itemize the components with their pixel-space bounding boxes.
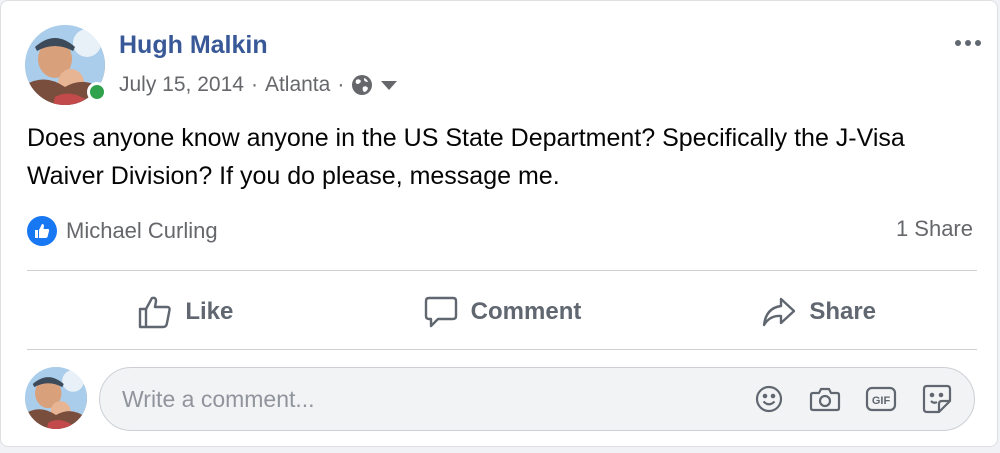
divider (27, 349, 977, 350)
comment-input[interactable] (100, 384, 752, 414)
post-meta: July 15, 2014 · Atlanta · (119, 71, 398, 99)
reactions-summary[interactable]: Michael Curling (27, 213, 218, 249)
thumbs-up-icon (137, 294, 173, 330)
more-options-icon[interactable] (947, 29, 989, 57)
share-count[interactable]: 1 Share (896, 216, 973, 242)
speech-bubble-icon (423, 294, 459, 330)
online-status-indicator (87, 82, 107, 102)
comment-composer: GIF (99, 367, 975, 431)
camera-icon[interactable] (808, 382, 842, 416)
chevron-down-icon[interactable] (380, 79, 398, 91)
share-button[interactable]: Share (660, 283, 977, 341)
comment-button[interactable]: Comment (344, 283, 661, 341)
comment-label: Comment (470, 298, 582, 325)
post-location[interactable]: Atlanta (265, 73, 330, 97)
commenter-avatar[interactable] (25, 367, 87, 429)
sticker-icon[interactable] (920, 382, 954, 416)
like-label: Like (185, 298, 234, 325)
meta-separator: · (250, 73, 258, 96)
post-card: Hugh Malkin July 15, 2014 · Atlanta · Do… (0, 0, 998, 447)
share-arrow-icon (761, 294, 797, 330)
meta-separator: · (337, 73, 345, 96)
post-actions: Like Comment Share (27, 283, 977, 341)
share-label: Share (809, 298, 877, 325)
comment-attachment-icons: GIF (752, 382, 974, 416)
gif-icon[interactable]: GIF (864, 382, 898, 416)
globe-icon[interactable] (351, 74, 373, 96)
author-name[interactable]: Hugh Malkin (119, 31, 268, 60)
liked-by-name[interactable]: Michael Curling (66, 218, 218, 244)
svg-text:GIF: GIF (872, 395, 891, 407)
emoji-icon[interactable] (752, 382, 786, 416)
divider (27, 270, 977, 271)
like-button[interactable]: Like (27, 283, 344, 341)
post-text: Does anyone know anyone in the US State … (27, 124, 905, 190)
post-date[interactable]: July 15, 2014 (119, 73, 244, 97)
like-reaction-icon (27, 216, 57, 246)
